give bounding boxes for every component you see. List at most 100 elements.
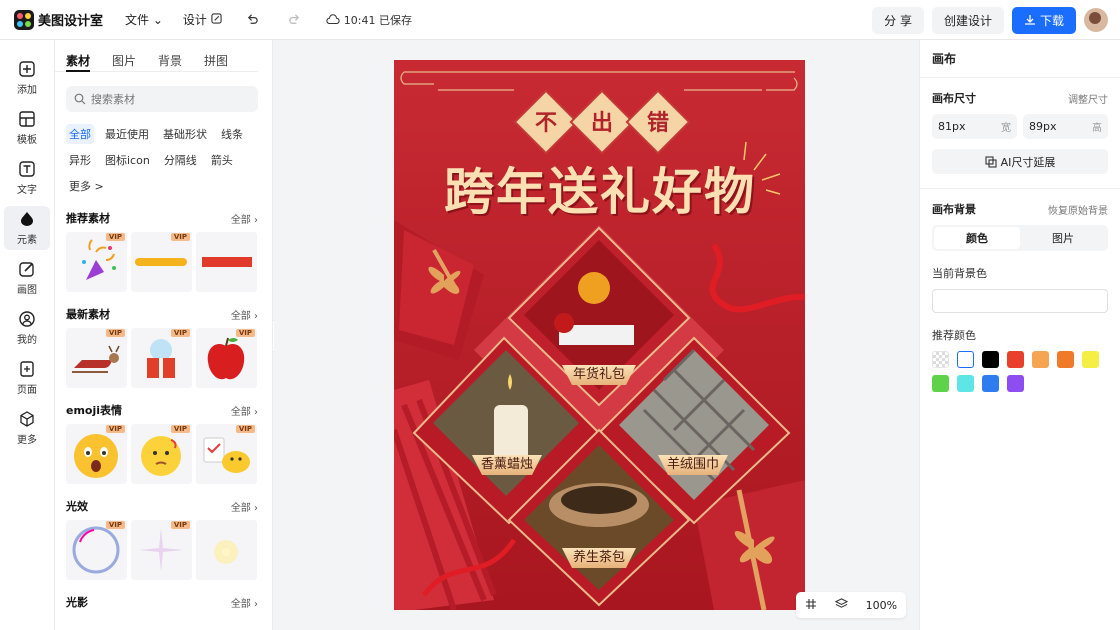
edit-icon xyxy=(211,13,222,24)
tab-material[interactable]: 素材 xyxy=(66,52,91,72)
yellow-brush-stroke[interactable]: VIP xyxy=(131,232,192,292)
redo-button[interactable] xyxy=(284,9,306,31)
section-all-label: 全部 xyxy=(230,598,251,610)
color-swatch[interactable] xyxy=(957,351,974,368)
undo-button[interactable] xyxy=(242,9,264,31)
section-light: 光效 全部 › VIP VIP xyxy=(55,496,272,580)
file-menu[interactable]: 文件 ⌄ xyxy=(125,11,163,28)
section-all-label: 全部 xyxy=(230,502,251,514)
color-swatch[interactable] xyxy=(1007,351,1024,368)
reindeer-sleigh-sticker[interactable]: VIP xyxy=(66,328,127,388)
poster-artwork xyxy=(394,60,805,610)
bubble-icon xyxy=(72,526,120,574)
section-all-link[interactable]: 全部 › xyxy=(231,307,258,322)
design-menu[interactable]: 设计 xyxy=(183,11,222,28)
text-icon xyxy=(19,161,35,177)
color-swatch[interactable] xyxy=(1032,351,1049,368)
width-field[interactable]: 81px 宽 xyxy=(932,114,1017,139)
section-all-link[interactable]: 全部 › xyxy=(231,403,258,418)
nav-draw[interactable]: 画图 xyxy=(4,256,50,300)
party-popper-icon xyxy=(82,239,116,280)
section-all-link[interactable]: 全部 › xyxy=(231,499,258,514)
vip-badge: VIP xyxy=(235,425,255,433)
save-status-text: 10:41 已保存 xyxy=(343,13,412,27)
nav-element[interactable]: 元素 xyxy=(4,206,50,250)
app-logo[interactable]: 美图设计室 xyxy=(14,9,103,30)
color-swatch[interactable] xyxy=(932,375,949,392)
shocked-emoji-icon xyxy=(74,434,118,478)
adjust-size-link[interactable]: 调整尺寸 xyxy=(1068,91,1108,106)
section-all-link[interactable]: 全部 › xyxy=(231,595,258,610)
height-field[interactable]: 89px 高 xyxy=(1023,114,1108,139)
product-label: 年货礼包 xyxy=(572,367,625,382)
tab-collage[interactable]: 拼图 xyxy=(204,52,228,72)
product-label: 香薰蜡烛 xyxy=(480,457,533,472)
ai-extend-label: AI尺寸延展 xyxy=(1000,155,1056,169)
chip-arrows[interactable]: 箭头 xyxy=(208,150,236,170)
color-swatches xyxy=(920,343,1120,392)
width-unit: 宽 xyxy=(1001,123,1011,134)
chip-recent[interactable]: 最近使用 xyxy=(102,124,152,144)
nav-template[interactable]: 模板 xyxy=(4,106,50,150)
color-swatch[interactable] xyxy=(1007,375,1024,392)
nav-page[interactable]: 页面 xyxy=(4,356,50,400)
sparkle-effect[interactable]: VIP xyxy=(131,520,192,580)
chip-irregular[interactable]: 异形 xyxy=(66,150,94,170)
snow-globe-gift-sticker[interactable]: VIP xyxy=(131,328,192,388)
section-all-label: 全部 xyxy=(230,214,251,226)
layers-button[interactable] xyxy=(834,597,848,613)
red-apple-sticker[interactable]: VIP xyxy=(196,328,257,388)
page-icon xyxy=(20,361,34,377)
chip-dividers[interactable]: 分隔线 xyxy=(161,150,200,170)
section-latest: 最新素材 全部 › VIP VIP VIP xyxy=(55,304,272,388)
nav-add[interactable]: 添加 xyxy=(4,56,50,100)
nav-mine[interactable]: 我的 xyxy=(4,306,50,350)
shocked-emoji-sticker[interactable]: VIP xyxy=(66,424,127,484)
canvas-bg-label: 画布背景 xyxy=(932,203,976,216)
tab-background[interactable]: 背景 xyxy=(158,52,182,72)
search-input[interactable] xyxy=(91,92,241,106)
nav-text[interactable]: 文字 xyxy=(4,156,50,200)
chip-icons[interactable]: 图标icon xyxy=(102,150,153,170)
chip-all[interactable]: 全部 xyxy=(66,124,94,144)
zoom-level[interactable]: 100% xyxy=(866,599,897,612)
color-swatch[interactable] xyxy=(982,351,999,368)
current-color-field[interactable] xyxy=(932,289,1108,313)
recommend-label: 推荐颜色 xyxy=(932,329,976,342)
redo-icon xyxy=(289,14,300,24)
color-swatch[interactable] xyxy=(982,375,999,392)
template-icon xyxy=(19,111,35,127)
color-swatch[interactable] xyxy=(1082,351,1099,368)
avatar[interactable] xyxy=(1084,8,1108,32)
chip-more[interactable]: 更多 > xyxy=(66,176,107,196)
chip-lines[interactable]: 线条 xyxy=(218,124,246,144)
save-status: 10:41 已保存 xyxy=(326,12,412,28)
bg-image-tab[interactable]: 图片 xyxy=(1020,227,1106,249)
create-design-button[interactable]: 创建设计 xyxy=(931,6,1004,34)
glow-icon xyxy=(214,540,238,564)
poster-badge: 不 xyxy=(534,110,557,136)
nav-more[interactable]: 更多 xyxy=(4,406,50,450)
chick-check-sticker[interactable]: VIP xyxy=(196,424,257,484)
chip-basic-shapes[interactable]: 基础形状 xyxy=(160,124,210,144)
poster-canvas[interactable]: 不 出 错 跨年送礼好物 年货礼包 香薰蜡烛 羊绒围巾 养生茶包 xyxy=(394,60,805,610)
color-swatch[interactable] xyxy=(932,351,949,368)
restore-bg-link[interactable]: 恢复原始背景 xyxy=(1048,202,1108,217)
red-bar-shape[interactable] xyxy=(196,232,257,292)
vip-badge: VIP xyxy=(170,521,190,529)
color-swatch[interactable] xyxy=(1057,351,1074,368)
party-popper-sticker[interactable]: VIP xyxy=(66,232,127,292)
color-swatch[interactable] xyxy=(957,375,974,392)
section-shadow: 光影 全部 › xyxy=(55,592,272,612)
ai-extend-button[interactable]: AI尺寸延展 xyxy=(932,149,1108,174)
glow-effect[interactable] xyxy=(196,520,257,580)
download-button[interactable]: 下载 xyxy=(1011,6,1076,34)
section-all-link[interactable]: 全部 › xyxy=(231,211,258,226)
element-icon xyxy=(21,212,33,226)
tab-image[interactable]: 图片 xyxy=(112,52,136,72)
thinking-emoji-sticker[interactable]: VIP xyxy=(131,424,192,484)
grid-toggle[interactable] xyxy=(805,598,817,613)
bubble-effect[interactable]: VIP xyxy=(66,520,127,580)
share-button[interactable]: 分 享 xyxy=(872,6,924,34)
bg-color-tab[interactable]: 颜色 xyxy=(934,227,1020,249)
